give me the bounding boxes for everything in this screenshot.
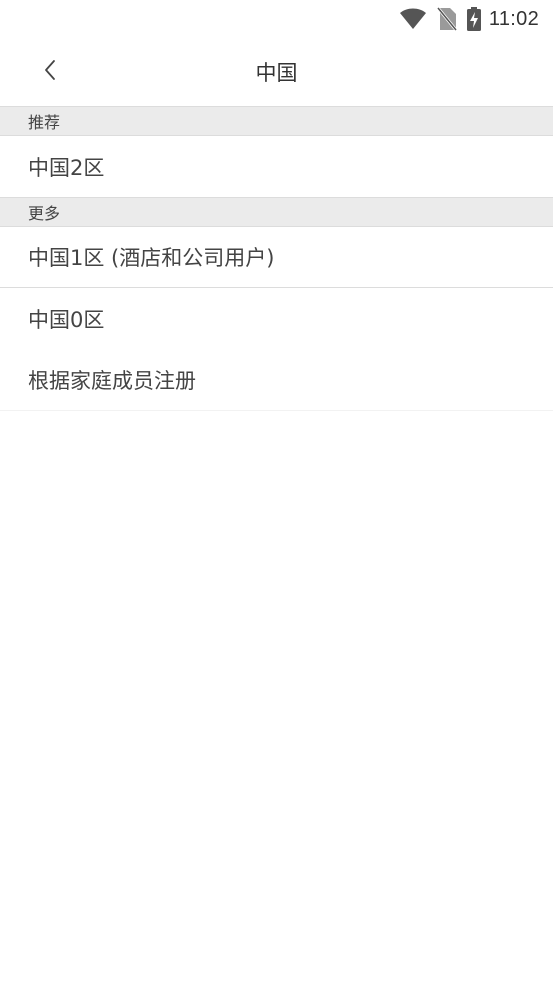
section-header-more: 更多 bbox=[0, 197, 553, 227]
page-title: 中国 bbox=[255, 61, 298, 85]
section-header-recommended: 推荐 bbox=[0, 106, 553, 136]
list-item-china-1[interactable]: 中国1区 (酒店和公司用户) bbox=[0, 227, 553, 288]
battery-charging-icon bbox=[466, 7, 481, 31]
back-button[interactable] bbox=[30, 52, 70, 92]
list-item-china-2[interactable]: 中国2区 bbox=[0, 136, 553, 197]
region-list: 推荐 中国2区 更多 中国1区 (酒店和公司用户) 中国0区 根据家庭成员注册 bbox=[0, 106, 553, 411]
app-bar: 中国 bbox=[0, 38, 553, 106]
chevron-left-icon bbox=[43, 59, 57, 85]
status-bar: 11:02 bbox=[0, 0, 553, 38]
no-sim-icon bbox=[436, 7, 457, 31]
status-time: 11:02 bbox=[488, 7, 539, 30]
list-item-family-register[interactable]: 根据家庭成员注册 bbox=[0, 349, 553, 410]
list-end-divider bbox=[0, 410, 553, 411]
list-item-china-0[interactable]: 中国0区 bbox=[0, 288, 553, 349]
wifi-icon bbox=[399, 8, 427, 30]
